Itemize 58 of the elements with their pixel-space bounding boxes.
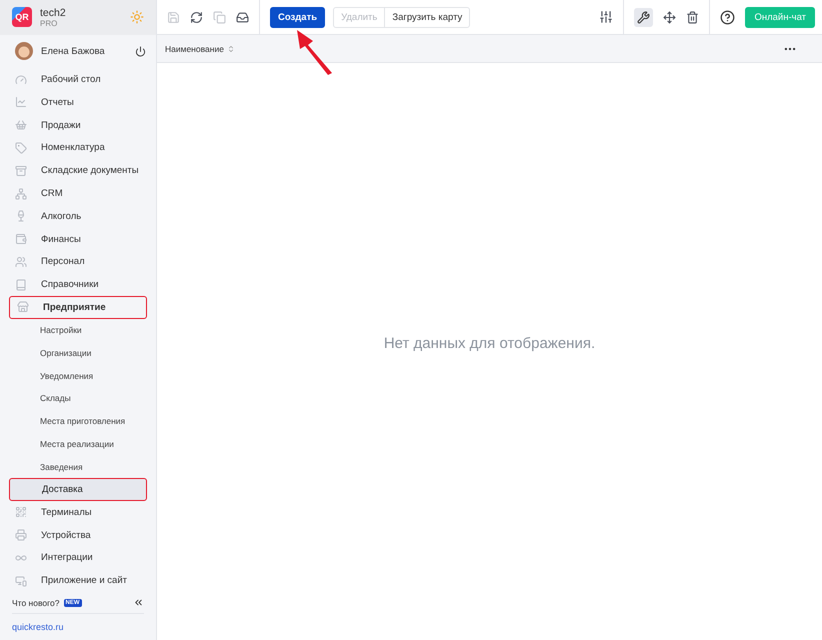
toolbar-button[interactable]: Создать [270, 6, 326, 28]
user-name: Елена Бажова [41, 46, 106, 57]
menu-item[interactable]: Устройства [0, 524, 146, 546]
chart-icon [15, 96, 27, 108]
sliders-icon[interactable] [599, 10, 614, 24]
menu-item[interactable]: Приложение и сайт [0, 569, 146, 592]
menu-item[interactable]: Предприятие [9, 296, 147, 319]
tag-icon [15, 142, 27, 154]
arrow [296, 29, 334, 75]
logo: QR [12, 7, 32, 28]
qr-code-icon [15, 506, 27, 518]
menu-item[interactable]: Интеграции [0, 546, 146, 570]
submenu-item[interactable]: Организации [0, 342, 146, 364]
wallet-icon [15, 233, 27, 246]
basket-icon [15, 119, 27, 132]
move-icon[interactable] [663, 10, 676, 24]
column-header[interactable]: Наименование [165, 44, 224, 54]
submenu-item[interactable]: Настройки [0, 318, 146, 342]
help-icon[interactable] [720, 10, 736, 24]
whats-new-link[interactable]: Что нового? [12, 598, 60, 608]
toolbar-button[interactable]: Загрузить карту [384, 6, 470, 28]
menu-item[interactable]: Номенклатура [0, 136, 146, 160]
hierarchy-icon [15, 188, 27, 200]
power-icon[interactable] [135, 46, 146, 57]
book-icon [15, 278, 27, 291]
submenu-item[interactable]: Заведения [0, 455, 146, 478]
site-link[interactable]: quickresto.ru [12, 622, 64, 632]
submenu-item[interactable]: Уведомления [0, 364, 146, 388]
menu-item[interactable]: Справочники [0, 273, 146, 296]
menu-item[interactable]: Финансы [0, 228, 146, 250]
people-icon [15, 256, 27, 268]
menu-item[interactable]: Терминалы [0, 500, 146, 524]
submenu-item[interactable]: Места приготовления [0, 410, 146, 433]
archive-icon [15, 164, 27, 177]
menu-item[interactable]: Рабочий стол [0, 68, 146, 92]
gauge-icon [15, 74, 27, 86]
submenu-item[interactable]: Места реализации [0, 432, 146, 456]
store-icon [17, 301, 29, 314]
menu-item[interactable]: Продажи [0, 114, 146, 137]
menu-item[interactable]: CRM [0, 182, 146, 205]
tools-icon[interactable] [634, 8, 654, 26]
glass-icon [15, 210, 27, 222]
menu-item[interactable]: Алкоголь [0, 204, 146, 228]
printer-icon [15, 529, 27, 542]
collapse-icon[interactable] [133, 597, 144, 608]
menu-item[interactable]: Отчеты [0, 91, 146, 114]
menu-item[interactable]: Складские документы [0, 159, 146, 182]
inbox-icon[interactable] [236, 10, 249, 24]
brand-name: tech2 [40, 6, 67, 19]
devices-icon [15, 574, 27, 587]
avatar [15, 42, 33, 60]
trash-icon[interactable] [686, 10, 700, 24]
empty-message: Нет данных для отображения. [384, 335, 596, 352]
submenu-item[interactable]: Доставка [9, 478, 147, 501]
menu-item[interactable]: Персонал [0, 250, 146, 274]
submenu-item[interactable]: Склады [0, 387, 146, 410]
refresh-icon[interactable] [190, 10, 203, 24]
plan-label: PRO [40, 18, 58, 28]
